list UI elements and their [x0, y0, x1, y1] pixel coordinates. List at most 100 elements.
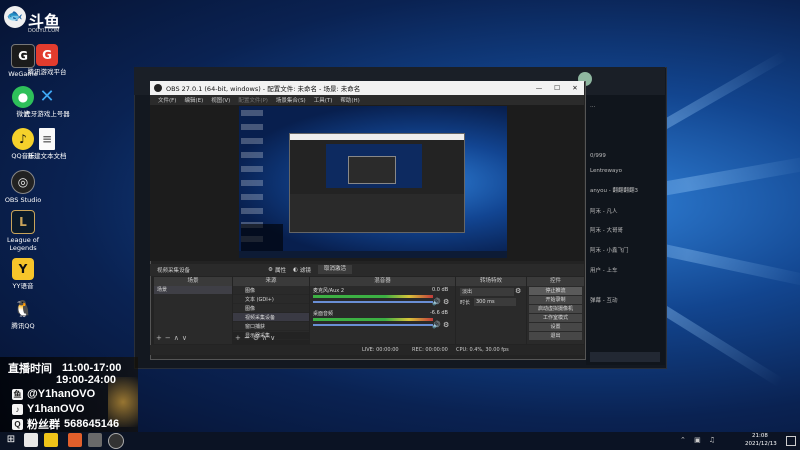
remove-source-button[interactable]: −	[244, 334, 253, 342]
icon-label: 新建文本文档	[27, 152, 67, 160]
taskbar-date[interactable]: 2021/12/13	[745, 441, 777, 447]
menu-file[interactable]: 文件(F)	[158, 96, 176, 104]
source-row[interactable]: 文本 (GDI+)	[233, 295, 309, 304]
icon-label: League of Legends	[6, 236, 40, 252]
icon-label: YY语音	[12, 282, 34, 290]
obs-preview-canvas[interactable]	[239, 106, 507, 258]
filters-label: 滤镜	[299, 268, 311, 274]
duration-input[interactable]: 300 ms	[474, 298, 516, 306]
menu-profile[interactable]: 配置文件(P)	[238, 96, 268, 104]
chat-line: 弹幕 - 互动	[590, 298, 618, 304]
dock-title-controls: 控件	[527, 277, 584, 286]
icon-label: 虎牙游戏上号器	[24, 110, 70, 118]
tray-icons: ⌃ ▣ ♫	[680, 436, 719, 444]
source-label: 图像	[245, 305, 256, 312]
chat-line: anyou - 翻翻翻翻3	[590, 188, 638, 194]
dock-title-mixer: 混音器	[310, 277, 455, 286]
mixer-track-name: 桌面音频	[313, 311, 334, 317]
virtual-camera-button[interactable]: 启动虚拟摄像机	[529, 305, 582, 313]
menu-help[interactable]: 帮助(H)	[340, 96, 359, 104]
mixer-gear-icon[interactable]: ⚙	[443, 321, 449, 329]
schedule-time-2: 19:00-24:00	[56, 374, 116, 386]
schedule-label: 直播时间	[8, 363, 52, 375]
desktop-icon-yy[interactable]: Y YY语音	[0, 258, 46, 290]
exit-button[interactable]: 退出	[529, 332, 582, 340]
taskbar-chrome-icon[interactable]	[24, 433, 38, 447]
source-row[interactable]: 视频采集设备	[233, 313, 309, 322]
rec-status: REC: 00:00:00	[412, 347, 448, 353]
huya-icon: ✕	[39, 86, 55, 107]
move-up-icon[interactable]: ∧	[174, 334, 182, 342]
source-row[interactable]: 窗口捕获	[233, 322, 309, 331]
source-settings-icon[interactable]: ⚙	[253, 334, 262, 342]
taskbar-folder-icon[interactable]	[44, 433, 58, 447]
add-scene-button[interactable]: +	[156, 334, 165, 342]
maximize-button[interactable]: ☐	[548, 84, 566, 92]
obs-icon: ◎	[11, 170, 35, 194]
source-row[interactable]: 图像	[233, 304, 309, 313]
sources-toolbar: +−⚙∧∨	[235, 334, 278, 342]
taskbar-obs-icon[interactable]	[108, 433, 124, 449]
filters-button[interactable]: ◐ 滤镜	[293, 265, 311, 275]
menu-edit[interactable]: 编辑(E)	[184, 96, 203, 104]
desktop-icon-qq[interactable]: 🐧 腾讯QQ	[0, 298, 46, 331]
taskbar-app-icon[interactable]	[68, 433, 82, 447]
volume-slider[interactable]	[313, 301, 433, 303]
desktop-icon-obs[interactable]: ◎ OBS Studio	[0, 170, 46, 204]
qq-penguin-icon: 🐧	[13, 299, 33, 318]
source-row[interactable]: 图像	[233, 286, 309, 295]
qq-small-icon: Q	[12, 418, 23, 430]
handle-line-2: ♪ Y1hanOVO	[12, 401, 84, 417]
speaker-icon[interactable]: 🔊	[432, 321, 441, 329]
settings-button[interactable]: 设置	[529, 323, 582, 331]
transition-select[interactable]: 淡出	[460, 288, 514, 296]
speaker-icon[interactable]: 🔊	[432, 298, 441, 306]
remove-scene-button[interactable]: −	[165, 334, 174, 342]
transition-settings-icon[interactable]: ⚙	[515, 287, 521, 295]
gear-icon: ⚙	[268, 267, 273, 273]
desktop-icon-lol[interactable]: L League of Legends	[0, 210, 46, 252]
desktop-icon-textfile[interactable]: ≡ 新建文本文档	[24, 128, 70, 160]
source-label: 窗口捕获	[245, 323, 266, 330]
duration-label: 时长	[460, 300, 471, 306]
properties-button[interactable]: ⚙ 属性	[268, 265, 286, 275]
fan-group-number: 568645146	[64, 418, 120, 430]
minimize-button[interactable]: —	[530, 84, 548, 92]
move-up-icon[interactable]: ∧	[262, 334, 270, 342]
chat-input[interactable]	[590, 352, 660, 362]
start-recording-button[interactable]: 开始录制	[529, 296, 582, 304]
mixer-gear-icon[interactable]: ⚙	[443, 298, 449, 306]
live-status: LIVE: 00:00:00	[362, 347, 399, 353]
stop-streaming-button[interactable]: 停止推流	[529, 287, 582, 295]
desktop-icon-huya[interactable]: ✕ 虎牙游戏上号器	[24, 86, 70, 119]
obs-menubar: 文件(F) 编辑(E) 视图(V) 配置文件(P) 场景集合(S) 工具(T) …	[150, 95, 584, 105]
transition-value: 淡出	[462, 289, 473, 295]
obs-app-icon	[154, 84, 162, 92]
move-down-icon[interactable]: ∨	[182, 334, 190, 342]
move-down-icon[interactable]: ∨	[270, 334, 278, 342]
cpu-status: CPU: 0.4%, 30.00 fps	[456, 347, 509, 353]
icon-label: 腾讯QQ	[11, 322, 35, 330]
obs-titlebar[interactable]: OBS 27.0.1 (64-bit, windows) - 配置文件: 未命名…	[150, 81, 584, 95]
scenes-toolbar: +−∧∨	[156, 334, 190, 342]
taskbar-app-icon[interactable]	[88, 433, 102, 447]
chat-line: 0/999	[590, 153, 606, 159]
menu-view[interactable]: 视图(V)	[211, 96, 230, 104]
menu-tools[interactable]: 工具(T)	[314, 96, 333, 104]
notification-icon[interactable]	[786, 436, 796, 446]
deactivate-button[interactable]: 取消激活	[318, 265, 352, 274]
taskbar-time[interactable]: 21:08	[752, 433, 768, 439]
menu-scene-collection[interactable]: 场景集合(S)	[276, 96, 306, 104]
volume-slider[interactable]	[313, 324, 433, 326]
source-label: 图像	[245, 287, 256, 294]
desktop-icon-tencent-game[interactable]: G 腾讯游戏平台	[24, 44, 70, 76]
add-source-button[interactable]: +	[235, 334, 244, 342]
scene-item[interactable]: 场景	[154, 286, 232, 294]
audio-meter	[313, 295, 433, 298]
duration-value: 300 ms	[476, 299, 495, 305]
start-windows-icon[interactable]: ⊞	[4, 433, 18, 447]
close-button[interactable]: ✕	[566, 84, 584, 92]
studio-mode-button[interactable]: 工作室模式	[529, 314, 582, 322]
logo-sub: DOUYU.COM	[28, 28, 60, 34]
source-label: 文本 (GDI+)	[245, 296, 274, 303]
